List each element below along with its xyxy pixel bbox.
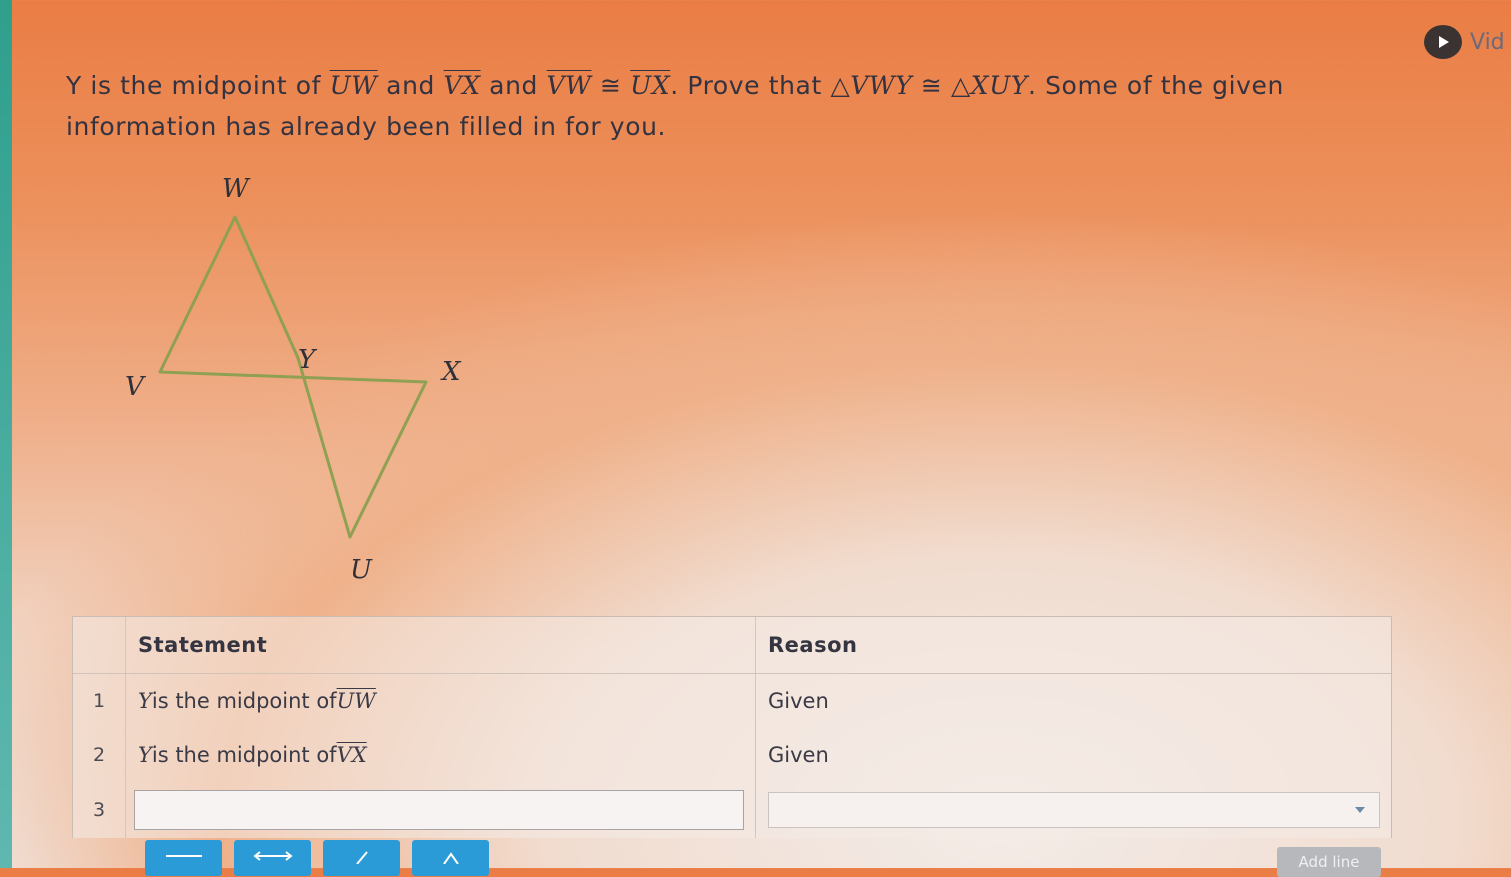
statement-segment: VX (336, 743, 367, 767)
statement-text: is the midpoint of (151, 689, 337, 713)
congruent-symbol: ≅ (591, 71, 631, 100)
segment-tool-button[interactable] (145, 840, 222, 876)
row-reason: Given (768, 743, 829, 767)
statement-segment: UW (336, 689, 376, 713)
angle-tool-button[interactable] (412, 840, 489, 876)
problem-statement: Y is the midpoint of UW and VX and VW ≅ … (66, 65, 1396, 147)
play-icon (1424, 25, 1462, 59)
chevron-down-icon (1355, 807, 1365, 813)
label-u: U (350, 555, 373, 585)
caret-up-icon (442, 852, 459, 864)
problem-text: Y is the midpoint of (66, 71, 330, 100)
triangle-vwy-lines (158, 215, 428, 539)
problem-text: . Prove that (670, 71, 831, 100)
drawing-toolbar (145, 840, 489, 876)
reason-cell (756, 782, 1391, 838)
video-link[interactable]: Vid (1424, 25, 1505, 59)
label-y: Y (298, 345, 318, 375)
video-label: Vid (1470, 29, 1505, 55)
segment-uw: UW (329, 71, 378, 100)
statement-cell (126, 782, 756, 838)
statement-variable: Y (138, 689, 152, 713)
problem-text: and (377, 71, 444, 100)
segment-vx: VX (443, 71, 481, 100)
ray-tool-button[interactable] (323, 840, 400, 876)
segment-vw: VW (546, 71, 592, 100)
proof-row: 1 Y is the midpoint of UW Given (73, 674, 1391, 728)
triangle-vwy: △VWY (830, 71, 913, 100)
label-v: V (125, 372, 146, 402)
label-x: X (440, 357, 462, 387)
line-tool-button[interactable] (234, 840, 311, 876)
header-number-cell (73, 617, 126, 673)
row-statement: Y is the midpoint of UW (126, 674, 756, 728)
row-reason: Given (768, 689, 829, 713)
statement-input[interactable] (134, 790, 744, 830)
statement-variable: Y (138, 743, 152, 767)
proof-table: Statement Reason 1 Y is the midpoint of … (72, 616, 1392, 838)
problem-text: and (480, 71, 547, 100)
header-statement: Statement (126, 617, 756, 673)
statement-text: is the midpoint of (151, 743, 337, 767)
row-statement: Y is the midpoint of VX (126, 728, 756, 782)
slash-icon (355, 851, 368, 864)
header-reason: Reason (768, 633, 858, 657)
label-w: W (222, 174, 251, 204)
left-edge-strip (0, 0, 12, 868)
proof-input-row: 3 (73, 782, 1391, 838)
row-number: 1 (73, 674, 126, 728)
line-arrows-icon (252, 851, 293, 861)
row-number: 2 (73, 728, 126, 782)
row-number: 3 (73, 782, 126, 838)
proof-header-row: Statement Reason (73, 617, 1391, 674)
proof-row: 2 Y is the midpoint of VX Given (73, 728, 1391, 782)
add-line-button[interactable]: Add line (1277, 847, 1381, 877)
segment-icon (165, 855, 202, 857)
triangle-xuy: △XUY (950, 71, 1028, 100)
congruent-symbol: ≅ (912, 71, 951, 100)
triangle-figure: W Y V X U (125, 174, 462, 585)
reason-dropdown[interactable] (768, 792, 1380, 828)
segment-ux: UX (630, 71, 671, 100)
